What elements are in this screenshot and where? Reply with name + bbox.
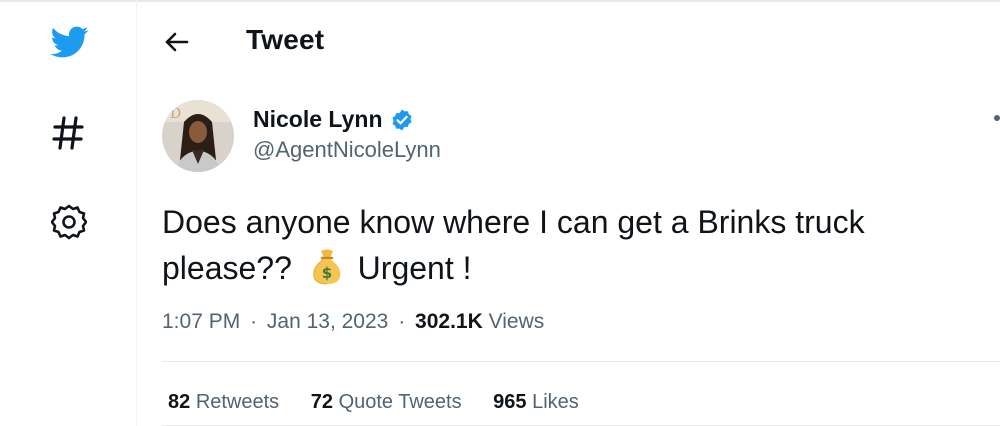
back-arrow-icon[interactable] — [163, 29, 191, 55]
views-count: 302.1K — [415, 310, 483, 333]
likes-stat[interactable]: 965 Likes — [493, 391, 579, 413]
svg-text:$: $ — [322, 264, 332, 282]
views-label: Views — [488, 310, 545, 333]
tweet-meta: 1:07 PM · Jan 13, 2023 · 302.1K Views — [162, 310, 544, 334]
twitter-bird-icon[interactable] — [47, 22, 91, 62]
verified-badge-icon — [392, 109, 411, 130]
author-name[interactable]: Nicole Lynn — [253, 106, 383, 133]
author-row: Nicole Lynn — [253, 106, 414, 133]
quote-tweets-label: Quote Tweets — [338, 391, 462, 413]
page-title: Tweet — [246, 24, 325, 55]
tweet-date[interactable]: Jan 13, 2023 — [267, 310, 388, 333]
divider — [162, 361, 1000, 362]
author-handle[interactable]: @AgentNicoleLynn — [253, 137, 441, 163]
engagement-stats: 82 Retweets 72 Quote Tweets 965 Likes — [168, 391, 605, 414]
quote-tweets-count: 72 — [310, 391, 333, 413]
tweet-text-line2-start: please?? — [162, 250, 292, 286]
avatar[interactable]: D — [162, 100, 234, 172]
sidebar — [0, 0, 137, 426]
likes-label: Likes — [532, 391, 579, 413]
meta-separator: · — [398, 310, 406, 333]
retweets-label: Retweets — [195, 391, 280, 413]
likes-count: 965 — [493, 391, 527, 413]
svg-text:D: D — [170, 106, 181, 122]
tweet-text-line1: Does anyone know where I can get a Brink… — [162, 204, 865, 240]
retweets-count: 82 — [168, 391, 191, 413]
top-border — [0, 0, 1000, 2]
tweet-text-line2-end: Urgent ! — [357, 250, 472, 286]
hashtag-icon[interactable] — [51, 114, 85, 152]
tweet-time[interactable]: 1:07 PM — [162, 310, 240, 333]
retweets-stat[interactable]: 82 Retweets — [168, 391, 279, 413]
quote-tweets-stat[interactable]: 72 Quote Tweets — [311, 391, 462, 413]
profile-photo: D — [162, 100, 234, 172]
settings-gear-icon[interactable] — [51, 203, 87, 241]
more-options-icon[interactable] — [994, 115, 1000, 121]
money-bag-icon: $ — [313, 249, 341, 285]
meta-separator: · — [250, 310, 258, 333]
tweet-text: Does anyone know where I can get a Brink… — [162, 199, 982, 291]
